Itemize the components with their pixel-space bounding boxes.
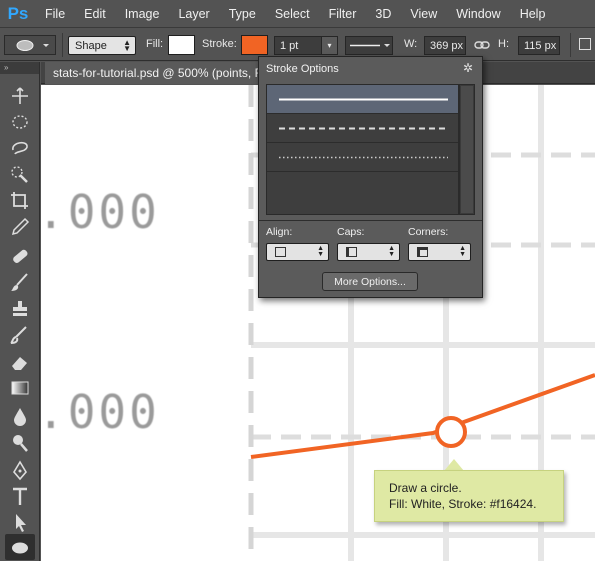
- crop-tool-icon[interactable]: [11, 192, 28, 209]
- stroke-label: Stroke:: [202, 38, 237, 50]
- tool-mode-value: Shape: [75, 39, 107, 52]
- axis-label-lower: .000: [41, 385, 160, 439]
- tools-icons: [5, 87, 35, 560]
- ellipse-tool-icon[interactable]: [5, 534, 35, 560]
- height-value: 115 px: [524, 39, 557, 52]
- fill-swatch[interactable]: [168, 35, 195, 55]
- stroke-options-title: Stroke Options: [266, 63, 339, 75]
- options-divider: [62, 33, 63, 57]
- height-label: H:: [498, 38, 509, 50]
- tool-mode-select[interactable]: Shape ▲ ▼: [68, 36, 136, 55]
- eyedropper-tool-icon[interactable]: [11, 217, 30, 236]
- tooltip-line-2: Fill: White, Stroke: #f16424.: [389, 497, 537, 511]
- instruction-tooltip: Draw a circle. Fill: White, Stroke: #f16…: [374, 470, 564, 522]
- updown-arrows-icon: ▲ ▼: [123, 38, 131, 53]
- cap-butt-icon: [346, 247, 357, 257]
- stroke-list-scrollbar[interactable]: [459, 84, 475, 215]
- width-value: 369 px: [430, 39, 464, 52]
- elliptical-marquee-tool-icon[interactable]: [12, 115, 28, 129]
- eraser-tool-icon[interactable]: [12, 357, 27, 370]
- menu-image[interactable]: Image: [125, 7, 160, 21]
- clone-stamp-tool-icon[interactable]: [13, 301, 27, 316]
- options-divider-2: [570, 33, 571, 57]
- popup-divider: [259, 220, 482, 221]
- width-field[interactable]: 369 px: [424, 36, 466, 55]
- tooltip-line-1: Draw a circle.: [389, 481, 462, 495]
- caps-label: Caps:: [337, 226, 365, 238]
- fill-label: Fill:: [146, 38, 164, 50]
- stroke-type-picker[interactable]: [345, 36, 393, 55]
- document-tab[interactable]: stats-for-tutorial.psd @ 500% (points, R…: [45, 62, 275, 84]
- stroke-type-dashed[interactable]: [267, 114, 458, 143]
- menu-edit[interactable]: Edit: [84, 7, 106, 21]
- gradient-tool-icon[interactable]: [11, 381, 29, 395]
- scrollbar-thumb[interactable]: [461, 86, 473, 213]
- updown-arrows-icon: ▲ ▼: [317, 245, 324, 258]
- menu-type[interactable]: Type: [229, 7, 256, 21]
- stroke-color: [242, 36, 267, 54]
- spot-healing-tool-icon[interactable]: [12, 249, 29, 265]
- axis-label-upper: .000: [41, 185, 160, 239]
- menu-layer[interactable]: Layer: [178, 7, 209, 21]
- menu-file[interactable]: File: [45, 7, 65, 21]
- path-selection-tool-icon[interactable]: [16, 514, 26, 532]
- updown-arrows-icon: ▲ ▼: [388, 245, 395, 258]
- blur-tool-icon[interactable]: [14, 408, 26, 426]
- menu-window[interactable]: Window: [456, 7, 500, 21]
- solid-line-icon: [350, 44, 390, 47]
- stroke-width-value: 1 pt: [280, 39, 299, 52]
- stroke-type-dotted[interactable]: [267, 143, 458, 172]
- pen-tool-icon[interactable]: [13, 460, 27, 481]
- photoshop-logo: Ps: [7, 3, 29, 23]
- stroke-options-panel: Stroke Options ✲ Align: Caps: Corners: ▲…: [258, 56, 483, 298]
- menu-filter[interactable]: Filter: [329, 7, 357, 21]
- tool-preset-picker[interactable]: [4, 35, 56, 55]
- dodge-tool-icon[interactable]: [13, 435, 28, 452]
- quick-selection-tool-icon[interactable]: [11, 166, 28, 183]
- stroke-swatch[interactable]: [241, 35, 268, 55]
- align-select[interactable]: ▲ ▼: [266, 243, 329, 261]
- brush-tool-icon[interactable]: [11, 273, 28, 291]
- menu-3d[interactable]: 3D: [375, 7, 391, 21]
- chevron-down-icon[interactable]: ▾: [321, 37, 337, 54]
- link-icon[interactable]: [474, 38, 490, 55]
- tools-collapse-toggle[interactable]: »: [0, 62, 39, 74]
- path-operations-icon[interactable]: [579, 38, 591, 50]
- menu-view[interactable]: View: [410, 7, 437, 21]
- gear-icon[interactable]: ✲: [463, 61, 473, 75]
- stroke-type-list: [266, 84, 459, 215]
- tools-panel: »: [0, 62, 40, 561]
- menu-bar: Ps File Edit Image Layer Type Select Fil…: [0, 0, 595, 28]
- corners-label: Corners:: [408, 226, 449, 238]
- width-label: W:: [404, 38, 418, 50]
- menu-select[interactable]: Select: [275, 7, 310, 21]
- align-inside-icon: [275, 247, 286, 257]
- lasso-tool-icon[interactable]: [12, 141, 28, 155]
- move-tool-icon[interactable]: [12, 87, 28, 104]
- history-brush-tool-icon[interactable]: [10, 326, 27, 344]
- updown-arrows-icon: ▲ ▼: [459, 245, 466, 258]
- align-label: Align:: [266, 226, 293, 238]
- menu-help[interactable]: Help: [520, 7, 546, 21]
- stroke-width-field[interactable]: 1 pt ▾: [274, 36, 338, 55]
- height-field[interactable]: 115 px: [518, 36, 560, 55]
- caps-select[interactable]: ▲ ▼: [337, 243, 400, 261]
- more-options-button[interactable]: More Options...: [322, 272, 418, 291]
- fill-color: [169, 36, 194, 54]
- type-tool-icon[interactable]: [13, 487, 27, 505]
- ellipse-preset-icon: [16, 40, 49, 51]
- corner-miter-icon: [417, 247, 428, 257]
- stroke-type-solid[interactable]: [267, 85, 458, 114]
- corners-select[interactable]: ▲ ▼: [408, 243, 471, 261]
